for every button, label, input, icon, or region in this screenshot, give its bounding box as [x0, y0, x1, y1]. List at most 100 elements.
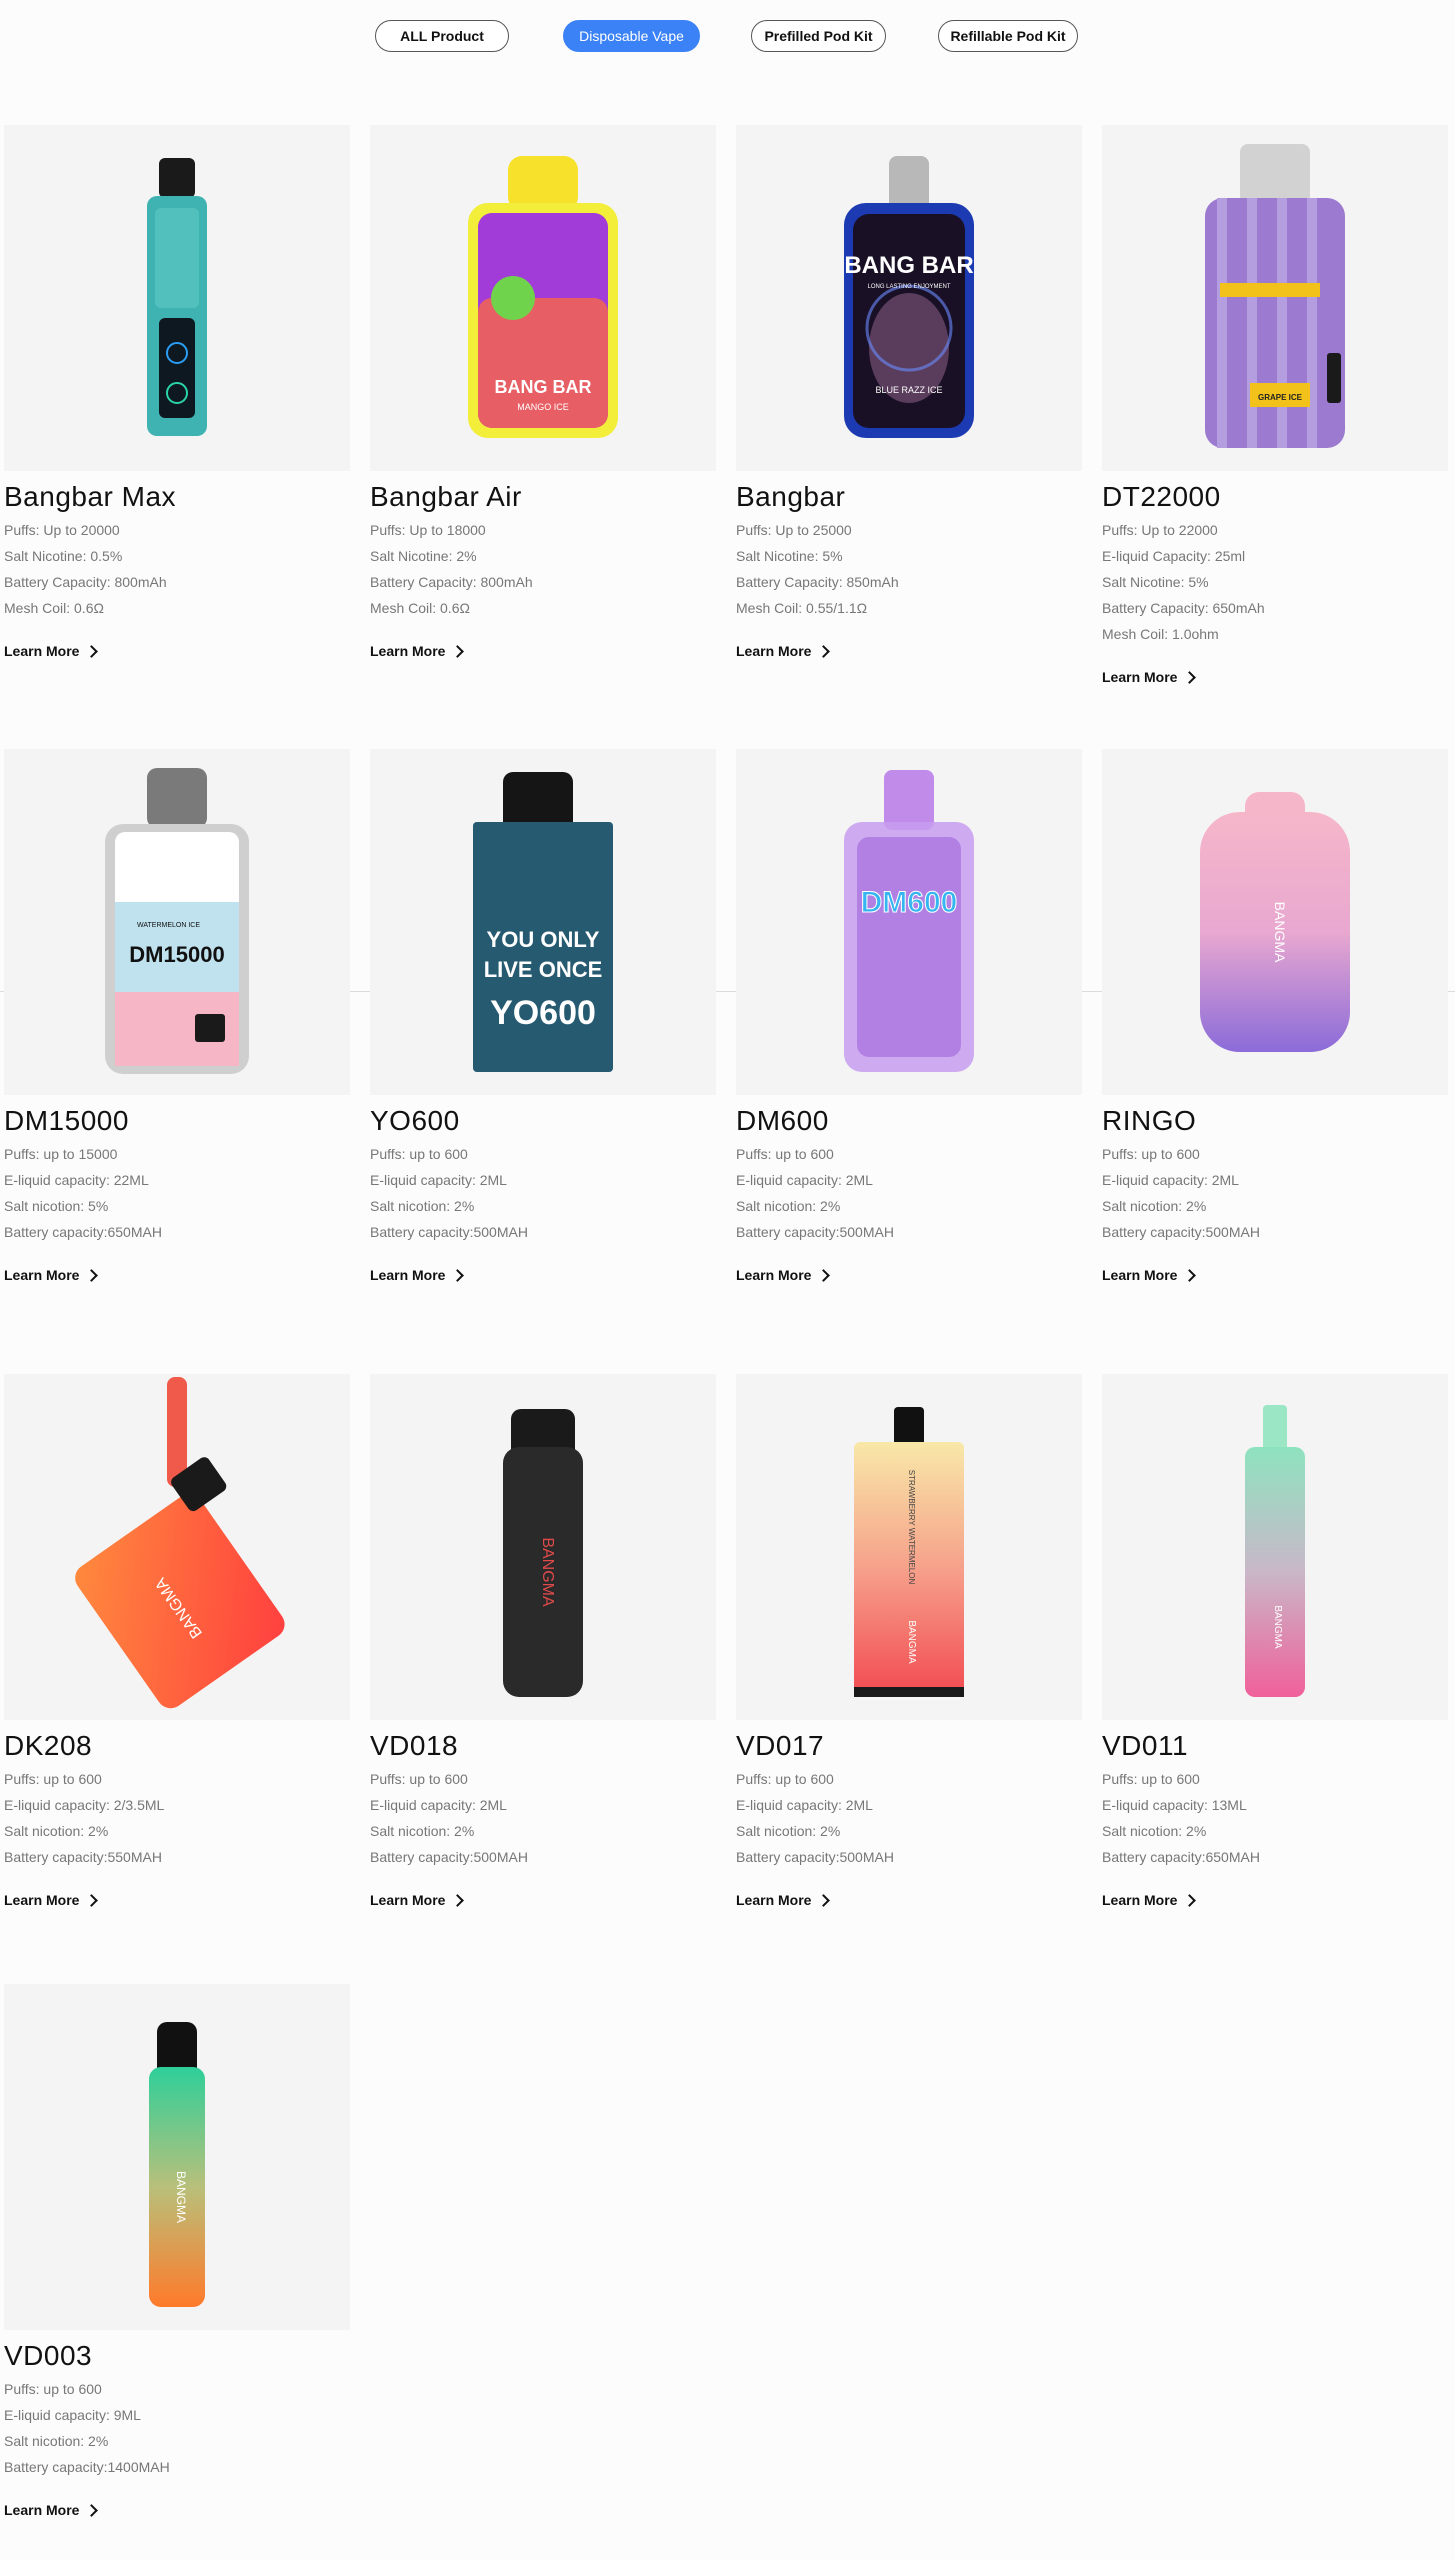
learn-more-link[interactable]: Learn More: [736, 643, 831, 659]
product-spec: Puffs: Up to 25000: [736, 522, 852, 538]
product-spec: Mesh Coil: 0.6Ω: [370, 600, 470, 616]
product-card: BANG BAR LONG LASTING ENJOYMENT BLUE RAZ…: [736, 125, 1082, 661]
product-spec: E-liquid capacity: 2ML: [1102, 1172, 1239, 1188]
learn-more-link[interactable]: Learn More: [370, 1267, 465, 1283]
product-title[interactable]: VD011: [1102, 1730, 1448, 1762]
learn-more-link[interactable]: Learn More: [370, 1892, 465, 1908]
product-spec: Salt Nicotine: 5%: [1102, 574, 1209, 590]
product-spec: E-liquid capacity: 13ML: [1102, 1797, 1247, 1813]
svg-text:BANGMA: BANGMA: [1272, 1605, 1283, 1649]
learn-more-link[interactable]: Learn More: [4, 1267, 99, 1283]
svg-text:BANGMA: BANGMA: [906, 1620, 917, 1664]
chevron-right-icon: [1183, 670, 1197, 684]
product-card: YOU ONLY LIVE ONCE YO600 YO600 Puffs: up…: [370, 749, 716, 1285]
product-spec: Battery capacity:650MAH: [4, 1224, 162, 1240]
product-spec: Mesh Coil: 0.55/1.1Ω: [736, 600, 868, 616]
filter-all-product[interactable]: ALL Product: [375, 20, 509, 52]
product-spec: Battery capacity:500MAH: [736, 1849, 894, 1865]
learn-more-label: Learn More: [4, 1267, 80, 1283]
learn-more-label: Learn More: [1102, 669, 1178, 685]
product-title[interactable]: Bangbar: [736, 481, 1082, 513]
product-card: DM15000 WATERMELON ICE DM15000 Puffs: up…: [4, 749, 350, 1285]
learn-more-link[interactable]: Learn More: [736, 1267, 831, 1283]
product-specs: Puffs: Up to 20000 Salt Nicotine: 0.5% Bat…: [4, 517, 350, 621]
product-title[interactable]: DK208: [4, 1730, 350, 1762]
product-spec: Battery capacity:1400MAH: [4, 2459, 170, 2475]
filter-prefilled-pod-kit[interactable]: Prefilled Pod Kit: [751, 20, 886, 52]
product-spec: Salt nicotion: 2%: [1102, 1198, 1207, 1214]
chevron-right-icon: [85, 2503, 99, 2517]
product-spec: Salt nicotion: 2%: [370, 1198, 475, 1214]
svg-text:BANG BAR: BANG BAR: [495, 377, 592, 397]
product-image[interactable]: BANGMA: [4, 1374, 350, 1720]
product-card: BANG BAR MANGO ICE Bangbar Air Puffs: Up…: [370, 125, 716, 661]
product-image[interactable]: BANGMA: [4, 1984, 350, 2330]
product-title[interactable]: DM600: [736, 1105, 1082, 1137]
product-card: BANGMA VD018 Puffs: up to 600 E-liquid ca…: [370, 1374, 716, 1910]
product-image[interactable]: GRAPE ICE: [1102, 125, 1448, 471]
product-spec: Salt nicotion: 2%: [736, 1823, 841, 1839]
learn-more-link[interactable]: Learn More: [4, 2502, 99, 2518]
learn-more-link[interactable]: Learn More: [1102, 669, 1197, 685]
product-specs: Puffs: up to 600 E-liquid capacity: 2ML Sa…: [370, 1141, 716, 1245]
product-image[interactable]: BANGMA: [370, 1374, 716, 1720]
learn-more-label: Learn More: [370, 643, 446, 659]
product-specs: Puffs: Up to 18000 Salt Nicotine: 2% Batte…: [370, 517, 716, 621]
product-title[interactable]: VD018: [370, 1730, 716, 1762]
product-spec: Salt nicotion: 2%: [4, 1823, 109, 1839]
product-spec: E-liquid capacity: 9ML: [4, 2407, 141, 2423]
learn-more-link[interactable]: Learn More: [1102, 1892, 1197, 1908]
product-title[interactable]: DT22000: [1102, 481, 1448, 513]
product-specs: Puffs: Up to 22000 E-liquid Capacity: 25m…: [1102, 517, 1448, 647]
product-image[interactable]: BANG BAR MANGO ICE: [370, 125, 716, 471]
product-spec: Salt nicotion: 2%: [1102, 1823, 1207, 1839]
product-spec: Salt nicotion: 2%: [736, 1198, 841, 1214]
svg-text:GRAPE ICE: GRAPE ICE: [1258, 393, 1303, 402]
product-image[interactable]: [4, 125, 350, 471]
learn-more-link[interactable]: Learn More: [370, 643, 465, 659]
product-spec: Puffs: Up to 20000: [4, 522, 120, 538]
product-image[interactable]: BANGMA: [1102, 749, 1448, 1095]
product-image[interactable]: BANG BAR LONG LASTING ENJOYMENT BLUE RAZ…: [736, 125, 1082, 471]
product-title[interactable]: VD017: [736, 1730, 1082, 1762]
product-spec: Battery capacity:650MAH: [1102, 1849, 1260, 1865]
product-card: BANGMA RINGO Puffs: up to 600 E-liquid ca…: [1102, 749, 1448, 1285]
svg-text:DM15000: DM15000: [129, 942, 224, 967]
product-spec: E-liquid capacity: 2ML: [370, 1172, 507, 1188]
product-image[interactable]: STRAWBERRY WATERMELON BANGMA: [736, 1374, 1082, 1720]
product-card: BANGMA VD003 Puffs: up to 600 E-liquid ca…: [4, 1984, 350, 2520]
product-title[interactable]: Bangbar Air: [370, 481, 716, 513]
product-spec: Puffs: up to 600: [4, 2381, 102, 2397]
learn-more-link[interactable]: Learn More: [1102, 1267, 1197, 1283]
chevron-right-icon: [817, 1268, 831, 1282]
product-title[interactable]: DM15000: [4, 1105, 350, 1137]
svg-text:YO600: YO600: [490, 994, 596, 1032]
product-image[interactable]: DM15000 WATERMELON ICE: [4, 749, 350, 1095]
product-spec: Battery Capacity: 650mAh: [1102, 600, 1265, 616]
learn-more-link[interactable]: Learn More: [4, 1892, 99, 1908]
product-spec: Battery capacity:500MAH: [1102, 1224, 1260, 1240]
learn-more-link[interactable]: Learn More: [736, 1892, 831, 1908]
product-title[interactable]: Bangbar Max: [4, 481, 350, 513]
product-spec: Battery Capacity: 850mAh: [736, 574, 899, 590]
chevron-right-icon: [85, 1268, 99, 1282]
product-spec: Puffs: up to 600: [4, 1771, 102, 1787]
product-card: BANGMA VD011 Puffs: up to 600 E-liquid ca…: [1102, 1374, 1448, 1910]
svg-text:STRAWBERRY WATERMELON: STRAWBERRY WATERMELON: [907, 1470, 916, 1585]
learn-more-link[interactable]: Learn More: [4, 643, 99, 659]
product-title[interactable]: YO600: [370, 1105, 716, 1137]
product-title[interactable]: VD003: [4, 2340, 350, 2372]
filter-disposable-vape[interactable]: Disposable Vape: [563, 20, 700, 52]
product-image[interactable]: DM600: [736, 749, 1082, 1095]
product-specs: Puffs: up to 600 E-liquid capacity: 9ML Sa…: [4, 2376, 350, 2480]
product-image[interactable]: BANGMA: [1102, 1374, 1448, 1720]
learn-more-label: Learn More: [1102, 1267, 1178, 1283]
product-title[interactable]: RINGO: [1102, 1105, 1448, 1137]
filter-refillable-pod-kit[interactable]: Refillable Pod Kit: [938, 20, 1078, 52]
product-image[interactable]: YOU ONLY LIVE ONCE YO600: [370, 749, 716, 1095]
category-filter-bar: ALL Product Disposable Vape Prefilled Po…: [0, 20, 1455, 52]
product-spec: Battery capacity:550MAH: [4, 1849, 162, 1865]
learn-more-label: Learn More: [1102, 1892, 1178, 1908]
product-spec: Puffs: up to 15000: [4, 1146, 118, 1162]
svg-text:BANGMA: BANGMA: [174, 2171, 188, 2223]
